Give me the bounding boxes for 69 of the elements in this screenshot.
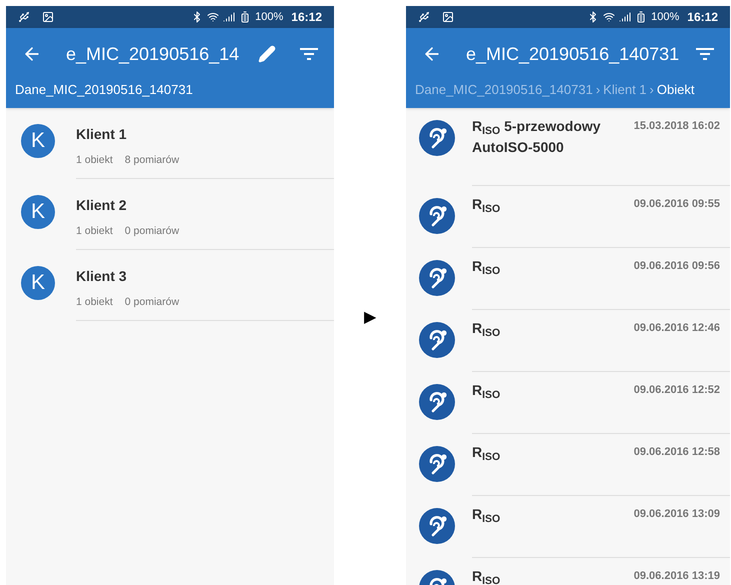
image-icon — [42, 11, 54, 23]
measurement-date: 09.06.2016 12:46 — [634, 321, 720, 336]
measurement-date: 09.06.2016 13:19 — [634, 569, 720, 584]
measurement-title: R$_{ISO}$ — [472, 257, 502, 277]
measurement-count: 0 pomiarów — [124, 295, 180, 310]
signal-icon — [223, 11, 236, 23]
measurement-list-item[interactable]: R$_{ISO}$ 09.06.2016 12:46 — [406, 310, 730, 372]
measurement-list-item[interactable]: R$_{ISO}$ 09.06.2016 13:19 — [406, 558, 730, 585]
screen-title: e_MIC_20190516_140731 — [466, 42, 680, 66]
measurement-date: 09.06.2016 13:09 — [634, 507, 720, 522]
measurement-date: 15.03.2018 16:02 — [634, 119, 720, 134]
battery-icon — [239, 11, 252, 23]
filter-icon[interactable] — [300, 47, 318, 61]
clock-time: 16:12 — [687, 9, 718, 26]
breadcrumb-item[interactable]: Dane_MIC_20190516_140731 — [15, 80, 193, 100]
measurement-list-item[interactable]: R$_{ISO}$ 09.06.2016 12:52 — [406, 372, 730, 434]
breadcrumb-separator: › — [650, 81, 654, 99]
measurement-icon — [419, 384, 455, 420]
signal-icon — [619, 11, 632, 23]
object-count: 1 obiekt — [76, 153, 113, 168]
filter-icon[interactable] — [696, 47, 714, 61]
measurement-title: R$_{ISO}$ — [472, 195, 502, 215]
measurement-icon — [419, 508, 455, 544]
measurement-list-item[interactable]: R$_{ISO}$ 09.06.2016 09:55 — [406, 186, 730, 248]
measurement-list-item[interactable]: R$_{ISO}$ 09.06.2016 12:58 — [406, 434, 730, 496]
measurement-icon — [419, 322, 455, 358]
measurement-icon — [419, 446, 455, 482]
usb-icon — [418, 11, 430, 23]
object-count: 1 obiekt — [76, 224, 113, 239]
clock-time: 16:12 — [291, 9, 322, 26]
battery-level: 100% — [255, 10, 284, 25]
client-list-item[interactable]: K Klient 2 1 obiekt 0 pomiarów — [6, 179, 334, 250]
meter-model: AutoISO-5000 — [472, 138, 565, 157]
measurement-date: 09.06.2016 09:55 — [634, 197, 720, 212]
client-avatar: K — [21, 195, 55, 229]
measurement-list-item[interactable]: R$_{ISO}$ 09.06.2016 13:09 — [406, 496, 730, 558]
measurement-date: 09.06.2016 12:52 — [634, 383, 720, 398]
measurement-title: R$_{ISO}$ — [472, 567, 502, 585]
measurement-icon — [419, 198, 455, 234]
client-list-item[interactable]: K Klient 1 1 obiekt 8 pomiarów — [6, 108, 334, 179]
measurement-title: R$_{ISO}$ — [472, 443, 502, 463]
measurement-date: 09.06.2016 12:58 — [634, 445, 720, 460]
measurement-title: R$_{ISO}$ — [472, 505, 502, 525]
measurement-list-item[interactable]: R$_{ISO}$ 09.06.2016 09:56 — [406, 248, 730, 310]
measurement-icon — [419, 120, 455, 156]
usb-icon — [18, 11, 30, 23]
measurement-list-item[interactable]: R$_{ISO}$ 5-przewodowy AutoISO-5000 15.03.2018 16:02 — [406, 108, 730, 186]
measurement-title: R$_{ISO}$ 5-przewodowy — [472, 117, 602, 137]
breadcrumb-separator: › — [596, 81, 600, 99]
measurement-title: R$_{ISO}$ — [472, 381, 502, 401]
measurement-count: 0 pomiarów — [124, 224, 180, 239]
measurement-count: 8 pomiarów — [124, 153, 180, 168]
object-count: 1 obiekt — [76, 295, 113, 310]
client-avatar: K — [21, 266, 55, 300]
client-avatar: K — [21, 124, 55, 158]
screen-title: e_MIC_20190516_14 — [66, 42, 240, 66]
client-name: Klient 3 — [76, 267, 128, 286]
battery-level: 100% — [651, 10, 680, 25]
transition-arrow: ▶ — [364, 308, 376, 328]
breadcrumb-item[interactable]: Obiekt — [656, 80, 694, 100]
measurement-icon — [419, 260, 455, 296]
measurement-date: 09.06.2016 09:56 — [634, 259, 720, 274]
client-name: Klient 2 — [76, 196, 128, 215]
client-name: Klient 1 — [76, 125, 128, 144]
edit-icon[interactable] — [258, 45, 276, 63]
image-icon — [442, 11, 454, 23]
measurement-title: R$_{ISO}$ — [472, 319, 502, 339]
client-list-item[interactable]: K Klient 3 1 obiekt 0 pomiarów — [6, 250, 334, 321]
battery-icon — [635, 11, 648, 23]
